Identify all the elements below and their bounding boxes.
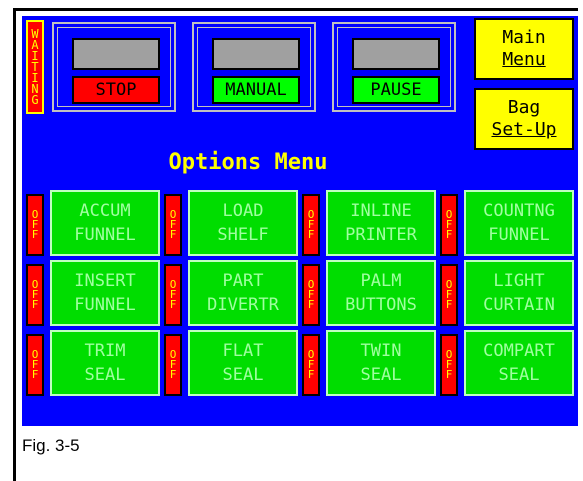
stop-display	[72, 38, 160, 70]
option-label: FUNNEL	[74, 225, 136, 245]
option-label: COMPART	[483, 341, 555, 361]
off-toggle[interactable]: OFF	[164, 194, 182, 256]
manual-display	[212, 38, 300, 70]
compart-seal-button[interactable]: COMPART SEAL	[464, 330, 574, 396]
option-label: DIVERTR	[207, 295, 279, 315]
accum-funnel-button[interactable]: ACCUM FUNNEL	[50, 190, 160, 256]
option-cell: OFF LOAD SHELF	[164, 190, 300, 256]
option-label: FLAT	[222, 341, 264, 361]
bag-setup-button[interactable]: Bag Set-Up	[474, 88, 574, 150]
off-letter: F	[445, 368, 453, 381]
waiting-indicator: W A I T I N G	[26, 20, 44, 114]
option-label: PART	[222, 271, 264, 291]
option-cell: OFF FLAT SEAL	[164, 330, 300, 396]
off-letter: F	[31, 228, 39, 241]
option-label: PALM	[360, 271, 402, 291]
option-label: INLINE	[350, 201, 412, 221]
light-curtain-button[interactable]: LIGHT CURTAIN	[464, 260, 574, 326]
off-letter: F	[169, 228, 177, 241]
off-toggle[interactable]: OFF	[26, 194, 44, 256]
option-cell: OFF TRIM SEAL	[26, 330, 162, 396]
option-cell: OFF TWIN SEAL	[302, 330, 438, 396]
option-label: LIGHT	[493, 271, 545, 291]
off-letter: F	[307, 298, 315, 311]
load-shelf-button[interactable]: LOAD SHELF	[188, 190, 298, 256]
option-label: SHELF	[217, 225, 269, 245]
off-toggle[interactable]: OFF	[302, 334, 320, 396]
option-label: FUNNEL	[488, 225, 550, 245]
option-label: CURTAIN	[483, 295, 555, 315]
off-letter: F	[169, 298, 177, 311]
off-toggle[interactable]: OFF	[164, 264, 182, 326]
figure-caption: Fig. 3-5	[22, 436, 80, 455]
off-toggle[interactable]: OFF	[302, 264, 320, 326]
option-cell: OFF ACCUM FUNNEL	[26, 190, 162, 256]
main-menu-label: Main	[502, 27, 546, 48]
waiting-letter: G	[31, 92, 39, 107]
option-label: TRIM	[84, 341, 126, 361]
off-toggle[interactable]: OFF	[440, 334, 458, 396]
option-cell: OFF COMPART SEAL	[440, 330, 576, 396]
main-menu-label: Menu	[502, 49, 546, 70]
option-label: ACCUM	[79, 201, 131, 221]
pause-button[interactable]: PAUSE	[352, 76, 440, 104]
countng-funnel-button[interactable]: COUNTNG FUNNEL	[464, 190, 574, 256]
pause-panel: PAUSE	[332, 22, 456, 112]
off-toggle[interactable]: OFF	[26, 264, 44, 326]
off-letter: F	[31, 368, 39, 381]
stop-panel: STOP	[52, 22, 176, 112]
off-letter: F	[307, 228, 315, 241]
bag-setup-label: Bag	[507, 97, 541, 118]
option-label: SEAL	[84, 365, 126, 385]
option-cell: OFF PALM BUTTONS	[302, 260, 438, 326]
option-label: BUTTONS	[345, 295, 417, 315]
inline-printer-button[interactable]: INLINE PRINTER	[326, 190, 436, 256]
option-label: TWIN	[360, 341, 402, 361]
option-label: INSERT	[74, 271, 136, 291]
twin-seal-button[interactable]: TWIN SEAL	[326, 330, 436, 396]
off-letter: F	[445, 228, 453, 241]
off-toggle[interactable]: OFF	[302, 194, 320, 256]
option-cell: OFF COUNTNG FUNNEL	[440, 190, 576, 256]
manual-panel: MANUAL	[192, 22, 316, 112]
off-toggle[interactable]: OFF	[26, 334, 44, 396]
off-letter: F	[307, 368, 315, 381]
off-toggle[interactable]: OFF	[164, 334, 182, 396]
option-label: LOAD	[222, 201, 264, 221]
option-label: COUNTNG	[483, 201, 555, 221]
option-label: SEAL	[222, 365, 264, 385]
off-letter: F	[169, 368, 177, 381]
option-cell: OFF PART DIVERTR	[164, 260, 300, 326]
off-letter: F	[31, 298, 39, 311]
option-cell: OFF INSERT FUNNEL	[26, 260, 162, 326]
part-divertr-button[interactable]: PART DIVERTR	[188, 260, 298, 326]
option-label: SEAL	[498, 365, 540, 385]
hmi-screen: W A I T I N G STOP MANUAL PAUSE Main Men…	[22, 16, 578, 426]
flat-seal-button[interactable]: FLAT SEAL	[188, 330, 298, 396]
off-toggle[interactable]: OFF	[440, 194, 458, 256]
option-label: SEAL	[360, 365, 402, 385]
palm-buttons-button[interactable]: PALM BUTTONS	[326, 260, 436, 326]
pause-display	[352, 38, 440, 70]
page-title: Options Menu	[168, 150, 328, 175]
stop-button[interactable]: STOP	[72, 76, 160, 104]
option-label: PRINTER	[345, 225, 417, 245]
option-cell: OFF INLINE PRINTER	[302, 190, 438, 256]
off-toggle[interactable]: OFF	[440, 264, 458, 326]
insert-funnel-button[interactable]: INSERT FUNNEL	[50, 260, 160, 326]
option-cell: OFF LIGHT CURTAIN	[440, 260, 576, 326]
manual-button[interactable]: MANUAL	[212, 76, 300, 104]
option-label: FUNNEL	[74, 295, 136, 315]
trim-seal-button[interactable]: TRIM SEAL	[50, 330, 160, 396]
off-letter: F	[445, 298, 453, 311]
bag-setup-label: Set-Up	[491, 119, 557, 140]
main-menu-button[interactable]: Main Menu	[474, 18, 574, 80]
